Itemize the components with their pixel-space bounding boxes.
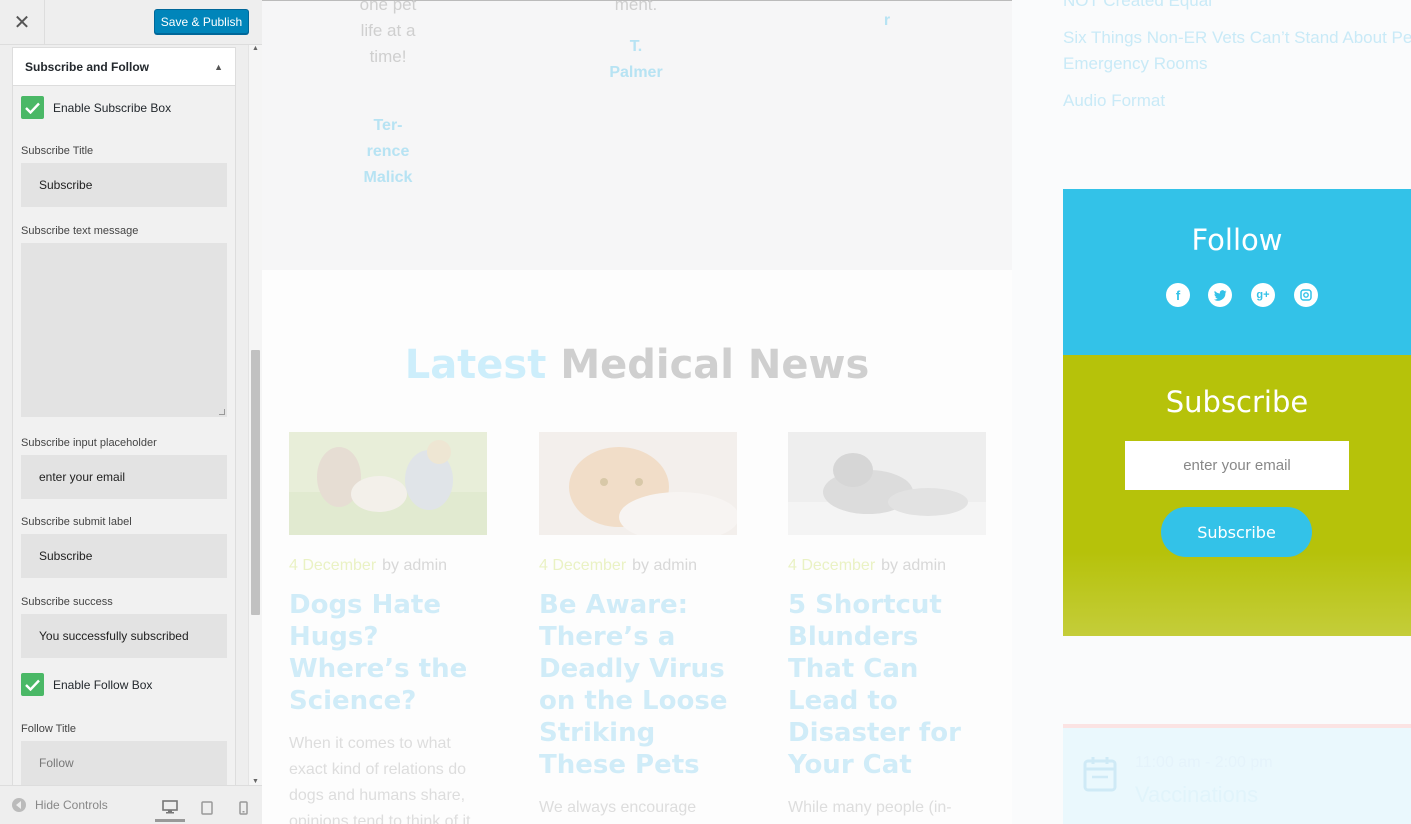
enable-subscribe-label: Enable Subscribe Box — [53, 100, 172, 115]
post-title[interactable]: 5 Shortcut Blunders That Can Lead to Dis… — [788, 589, 986, 781]
post-date[interactable]: 4 December — [788, 557, 875, 574]
post-meta: 4 December by admin — [289, 557, 487, 575]
scroll-down-arrow-icon[interactable]: ▼ — [252, 778, 259, 785]
subscribe-button[interactable]: Subscribe — [1161, 507, 1312, 557]
follow-title: Follow — [1191, 223, 1283, 257]
subscribe-email-input[interactable]: enter your email — [1125, 441, 1349, 490]
section-header[interactable]: Subscribe and Follow ▲ — [13, 48, 235, 86]
news-post: 4 December by admin Be Aware: There’s a D… — [539, 432, 737, 821]
opening-hours-widget: 11:00 am - 2:00 pm Vaccinations — [1063, 724, 1411, 824]
subscribe-success-input[interactable]: You successfully subscribed — [21, 614, 227, 658]
subscribe-placeholder-label: Subscribe input placeholder — [21, 437, 157, 449]
post-excerpt: When it comes to what exact kind of rela… — [289, 735, 471, 824]
news-post: 4 December by admin Dogs Hate Hugs? Where… — [289, 432, 487, 824]
post-meta: 4 December by admin — [788, 557, 986, 575]
testimonial-2-text: ment. — [614, 0, 658, 14]
testimonial-3-author: r — [883, 12, 891, 29]
site-preview[interactable]: one pet life at a time! Ter-rence Malick… — [262, 0, 1411, 824]
post-author[interactable]: by admin — [382, 557, 447, 574]
hours-time: 11:00 am - 2:00 pm — [1135, 754, 1273, 771]
subscribe-text-label: Subscribe text message — [21, 225, 139, 237]
recent-post-link[interactable]: NOT Created Equal — [1063, 0, 1411, 14]
post-date[interactable]: 4 December — [289, 557, 376, 574]
subscribe-title-input[interactable]: Subscribe — [21, 163, 227, 207]
customizer-header: ✕ Save & Publish — [0, 0, 262, 45]
hide-controls-button[interactable]: Hide Controls — [12, 798, 108, 812]
subscribe-submit-input[interactable]: Subscribe — [21, 534, 227, 578]
subscribe-title-label: Subscribe Title — [21, 145, 94, 157]
post-date[interactable]: 4 December — [539, 557, 626, 574]
google-plus-icon[interactable]: g+ — [1251, 283, 1275, 307]
post-meta: 4 December by admin — [539, 557, 737, 575]
follow-title-label: Follow Title — [21, 723, 77, 735]
collapse-arrow-circle-icon — [12, 798, 26, 812]
scroll-up-arrow-icon[interactable]: ▲ — [252, 45, 259, 52]
testimonial-1-text: one pet life at a time! — [359, 0, 417, 66]
testimonials-section: one pet life at a time! Ter-rence Malick… — [262, 0, 1012, 270]
enable-follow-row[interactable]: Enable Follow Box — [21, 673, 152, 696]
mobile-icon — [238, 801, 248, 815]
subscribe-success-label: Subscribe success — [21, 596, 113, 608]
post-excerpt: We always encourage — [539, 799, 697, 816]
testimonial-1-author: Ter-rence Malick — [363, 117, 413, 186]
follow-widget: Follow f g+ — [1063, 189, 1411, 355]
instagram-icon[interactable] — [1294, 283, 1318, 307]
subscribe-submit-label: Subscribe submit label — [21, 516, 132, 528]
tablet-icon — [201, 801, 213, 815]
checkmark-icon — [25, 679, 40, 691]
close-icon[interactable]: ✕ — [0, 0, 45, 45]
subscribe-text-textarea[interactable] — [21, 243, 227, 417]
news-post: 4 December by admin 5 Shortcut Blunders T… — [788, 432, 986, 824]
post-author[interactable]: by admin — [881, 557, 946, 574]
section-subscribe-follow: Subscribe and Follow ▲ Enable Subscribe … — [12, 47, 236, 785]
recent-post-link[interactable]: Six Things Non-ER Vets Can’t Stand About… — [1063, 25, 1411, 77]
desktop-icon — [162, 799, 178, 813]
controls-scroll-area[interactable]: Subscribe and Follow ▲ Enable Subscribe … — [0, 45, 262, 785]
post-image-dog[interactable] — [289, 432, 487, 535]
enable-follow-checkbox[interactable] — [21, 673, 44, 696]
calendar-icon — [1083, 757, 1117, 792]
scrollbar-thumb[interactable] — [251, 350, 260, 615]
tablet-preview-button[interactable] — [192, 794, 222, 822]
post-author[interactable]: by admin — [632, 557, 697, 574]
post-image-tabby-cat[interactable] — [788, 432, 986, 535]
save-publish-button[interactable]: Save & Publish — [154, 9, 249, 34]
news-section-title: Latest Medical News — [262, 342, 1012, 388]
desktop-preview-button[interactable] — [155, 794, 185, 822]
enable-subscribe-checkbox[interactable] — [21, 96, 44, 119]
section-title: Subscribe and Follow — [25, 59, 150, 74]
recent-posts-widget: NOT Created Equal Six Things Non-ER Vets… — [1063, 0, 1411, 125]
resize-handle-icon[interactable] — [219, 409, 225, 415]
latest-news-section: Latest Medical News 4 December by admin D… — [262, 270, 1012, 824]
post-excerpt: While many people (in-cluding the cat ow… — [788, 799, 952, 816]
subscribe-placeholder-input[interactable]: enter your email — [21, 455, 227, 499]
subscribe-title: Subscribe — [1165, 385, 1309, 419]
mobile-preview-button[interactable] — [228, 794, 258, 822]
twitter-icon[interactable] — [1208, 283, 1232, 307]
sidebar-scrollbar[interactable]: ▲ ▼ — [248, 45, 262, 785]
testimonial-2-author: T. Palmer — [609, 38, 663, 81]
hours-label: Vaccinations — [1135, 782, 1259, 807]
news-title-accent: Latest — [404, 342, 547, 388]
collapse-arrow-icon[interactable]: ▲ — [214, 62, 223, 72]
hide-controls-label: Hide Controls — [35, 798, 108, 812]
customizer-sidebar: ✕ Save & Publish Subscribe and Follow ▲ … — [0, 0, 262, 824]
news-title-rest: Medical News — [560, 342, 870, 388]
post-title[interactable]: Dogs Hate Hugs? Where’s the Science? — [289, 589, 487, 717]
follow-title-input[interactable]: Follow — [21, 741, 227, 785]
enable-subscribe-row[interactable]: Enable Subscribe Box — [21, 96, 171, 119]
post-image-cat[interactable] — [539, 432, 737, 535]
subscribe-widget: Subscribe enter your email Subscribe — [1063, 355, 1411, 636]
facebook-icon[interactable]: f — [1166, 283, 1190, 307]
enable-follow-label: Enable Follow Box — [53, 677, 153, 692]
customizer-footer: Hide Controls — [0, 785, 262, 824]
checkmark-icon — [25, 102, 40, 114]
post-title[interactable]: Be Aware: There’s a Deadly Virus on the … — [539, 589, 737, 781]
recent-post-link[interactable]: Audio Format — [1063, 88, 1411, 114]
